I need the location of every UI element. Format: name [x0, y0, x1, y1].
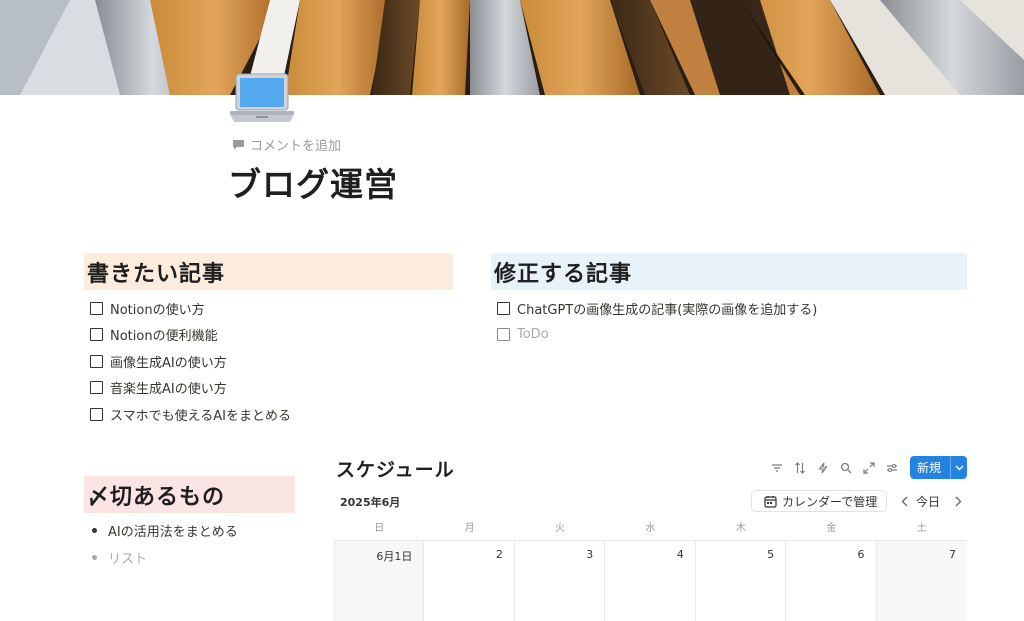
calendar-icon: [764, 495, 777, 508]
todo-checkbox[interactable]: [497, 328, 510, 342]
calendar-week-row: 6月1日 2 3 4 5 6 7: [334, 541, 967, 621]
bullet-list-deadlines: AIの活用法をまとめる リスト: [92, 517, 238, 571]
bullet-icon: [92, 555, 97, 560]
todo-placeholder-label: ToDo: [517, 327, 549, 343]
list-placeholder-label: リスト: [108, 552, 148, 567]
chevron-left-icon[interactable]: [896, 491, 912, 511]
add-comment-button[interactable]: コメントを追加: [232, 135, 341, 154]
todo-checkbox[interactable]: [497, 301, 510, 315]
comment-icon: [233, 140, 244, 150]
weekday-label: 日: [374, 523, 385, 534]
todo-checkbox[interactable]: [90, 407, 103, 421]
todo-item[interactable]: スマホでも使えるAIをまとめる: [90, 401, 291, 428]
todo-item[interactable]: Notionの便利機能: [90, 322, 291, 349]
calendar-title[interactable]: スケジュール: [336, 455, 455, 482]
todo-checkbox[interactable]: [90, 328, 103, 342]
bullet-icon: [92, 528, 97, 533]
manage-button-label: カレンダーで管理: [782, 494, 878, 509]
weekday-label: 火: [555, 523, 566, 534]
todo-item[interactable]: Notionの使い方: [90, 295, 291, 322]
todo-label: 音楽生成AIの使い方: [110, 382, 227, 398]
list-item-label: AIの活用法をまとめる: [108, 525, 238, 540]
calendar-day-cell[interactable]: 3: [515, 541, 606, 621]
manage-in-calendar-button[interactable]: カレンダーで管理: [751, 490, 887, 512]
page-title[interactable]: ブログ運営: [228, 158, 398, 206]
todo-item[interactable]: 画像生成AIの使い方: [90, 348, 291, 375]
new-button[interactable]: 新規: [910, 456, 967, 479]
add-comment-label: コメントを追加: [250, 139, 342, 154]
weekday-header-row: 日 月 火 水 木 金 土: [334, 517, 967, 541]
section-heading-to-fix[interactable]: 修正する記事: [491, 253, 967, 290]
filter-icon[interactable]: [765, 457, 788, 479]
todo-list-want-to-write: Notionの使い方 Notionの便利機能 画像生成AIの使い方 音楽生成AI…: [90, 295, 291, 428]
calendar-month-label: 2025年6月: [340, 496, 401, 509]
calendar-grid: 日 月 火 水 木 金 土 6月1日 2 3 4 5 6 7: [334, 517, 967, 621]
chevron-down-icon[interactable]: [951, 465, 967, 471]
calendar-toolbar: [765, 457, 903, 479]
todo-item[interactable]: ChatGPTの画像生成の記事(実際の画像を追加する): [497, 295, 817, 322]
calendar-day-cell[interactable]: 5: [696, 541, 787, 621]
todo-checkbox[interactable]: [90, 354, 103, 368]
todo-checkbox[interactable]: [90, 301, 103, 315]
today-button[interactable]: 今日: [916, 493, 940, 510]
settings-icon[interactable]: [880, 457, 903, 479]
sort-icon[interactable]: [788, 457, 811, 479]
calendar-day-cell[interactable]: 2: [424, 541, 515, 621]
todo-checkbox[interactable]: [90, 381, 103, 395]
weekday-label: 木: [735, 523, 746, 534]
calendar-day-cell[interactable]: 4: [605, 541, 696, 621]
weekday-label: 土: [916, 523, 927, 534]
cover-image: [0, 0, 1024, 95]
todo-item[interactable]: 音楽生成AIの使い方: [90, 375, 291, 402]
section-heading-deadlines[interactable]: 〆切あるもの: [84, 476, 295, 513]
chevron-right-icon[interactable]: [950, 491, 966, 511]
calendar-day-cell[interactable]: 6月1日: [334, 541, 425, 621]
list-placeholder-item[interactable]: リスト: [92, 544, 238, 571]
new-button-label: 新規: [917, 461, 942, 475]
todo-label: 画像生成AIの使い方: [110, 355, 227, 371]
laptop-icon[interactable]: [228, 70, 296, 128]
weekday-label: 金: [826, 523, 837, 534]
expand-icon[interactable]: [857, 457, 880, 479]
todo-label: ChatGPTの画像生成の記事(実際の画像を追加する): [517, 302, 818, 318]
calendar-day-cell[interactable]: 6: [786, 541, 877, 621]
todo-placeholder-item[interactable]: ToDo: [497, 322, 817, 349]
section-heading-want-to-write[interactable]: 書きたい記事: [84, 253, 453, 290]
todo-label: スマホでも使えるAIをまとめる: [110, 408, 291, 424]
weekday-label: 月: [464, 523, 475, 534]
todo-label: Notionの便利機能: [110, 329, 218, 345]
automation-icon[interactable]: [811, 457, 834, 479]
todo-label: Notionの使い方: [110, 302, 205, 318]
list-item[interactable]: AIの活用法をまとめる: [92, 517, 238, 544]
calendar-day-cell[interactable]: 7: [876, 541, 967, 621]
weekday-label: 水: [645, 523, 656, 534]
search-icon[interactable]: [834, 457, 857, 479]
todo-list-to-fix: ChatGPTの画像生成の記事(実際の画像を追加する) ToDo: [497, 295, 817, 348]
